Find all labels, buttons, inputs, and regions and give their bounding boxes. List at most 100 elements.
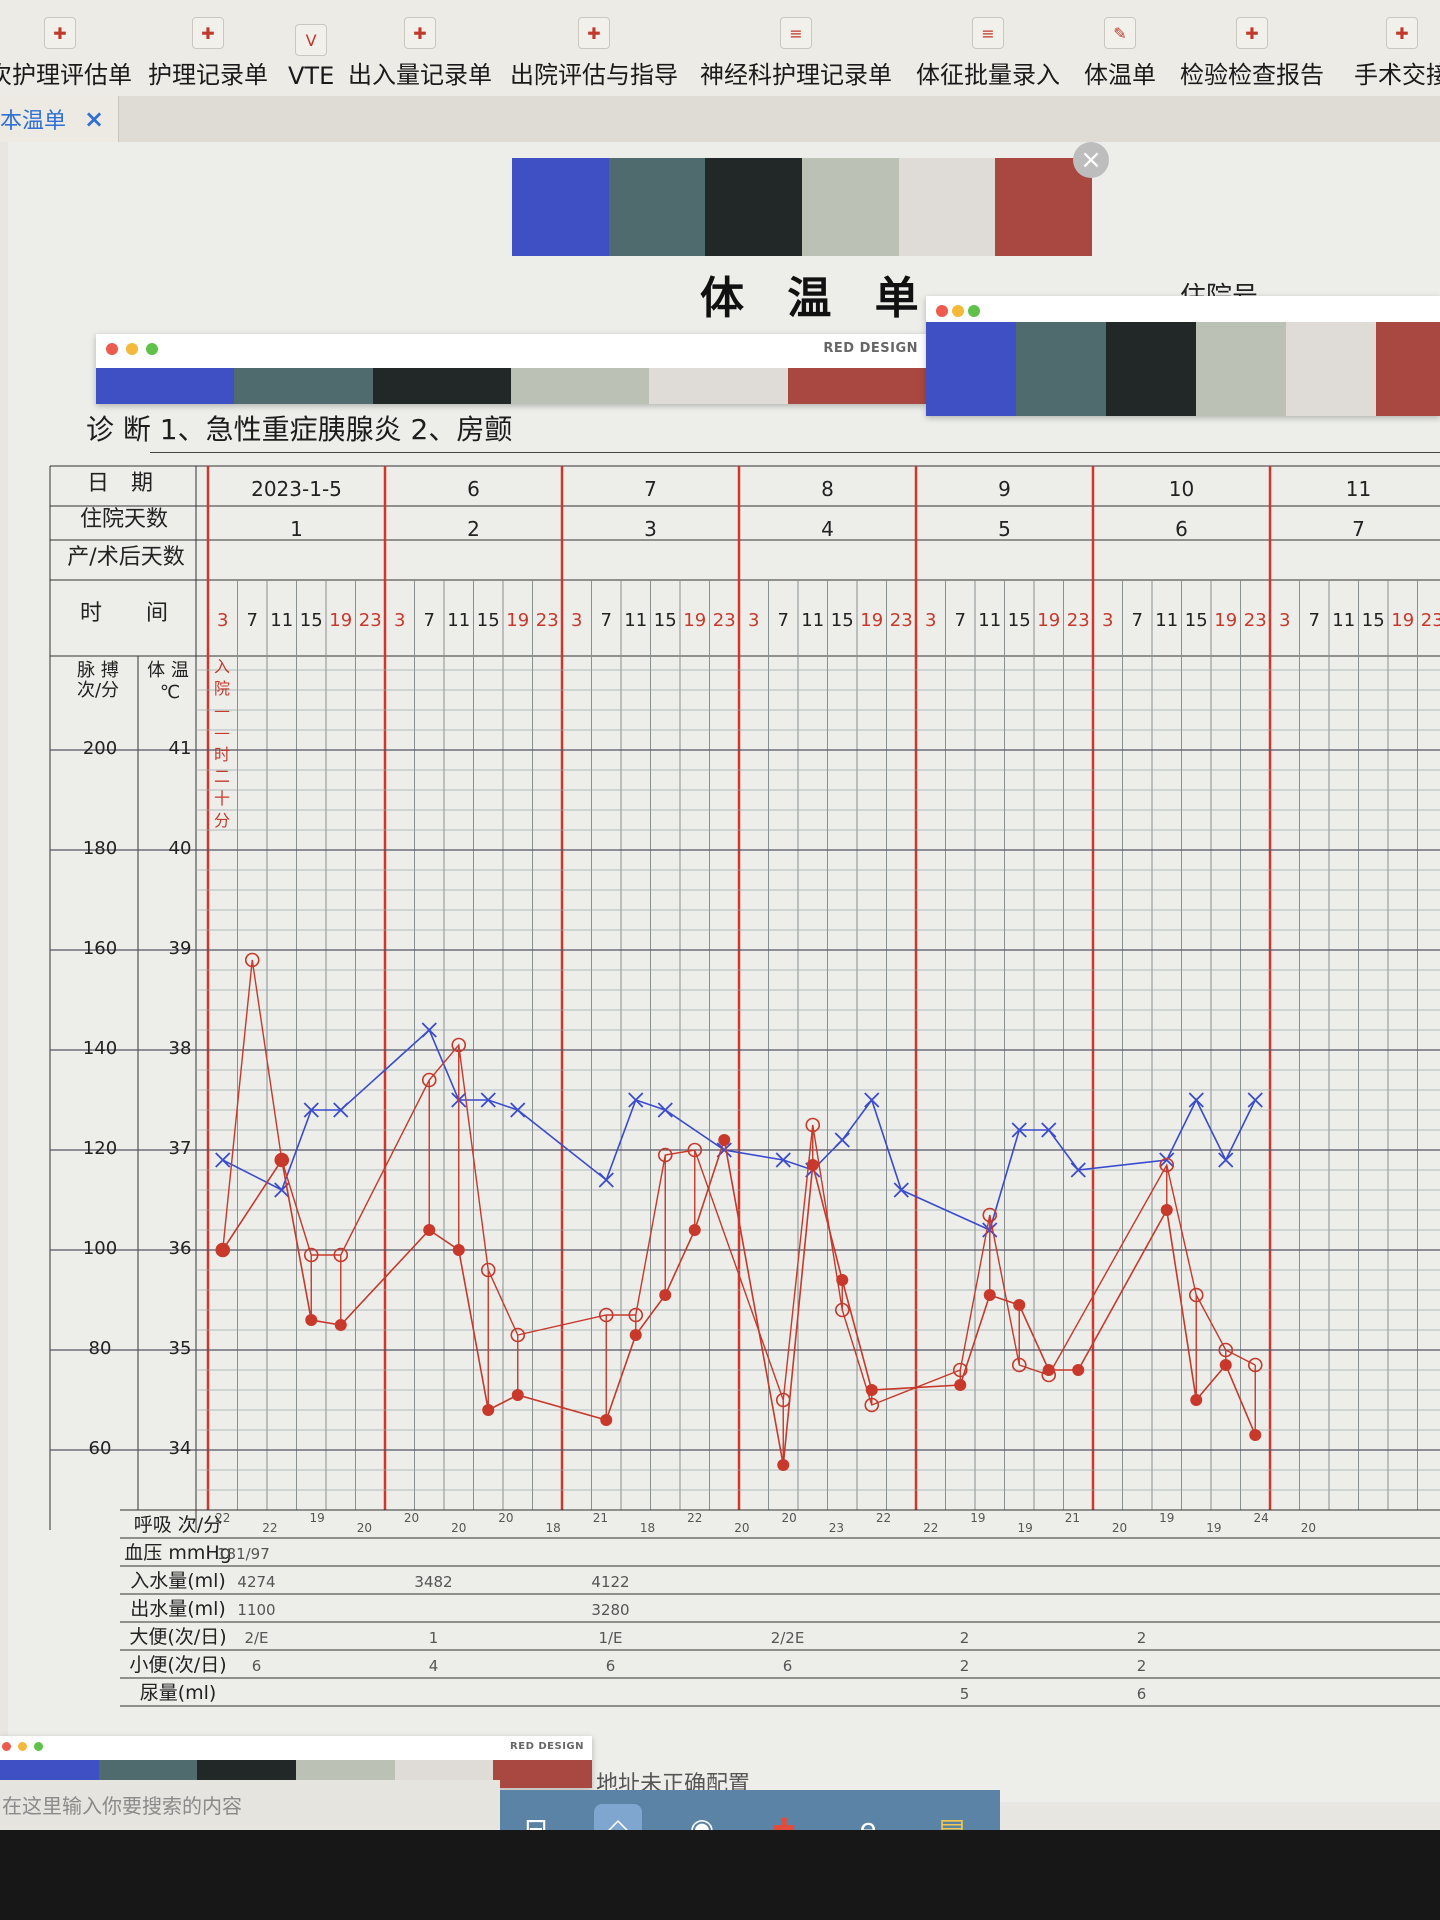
pulse-point bbox=[1160, 1204, 1173, 1216]
palette-window-left: RED DESIGN bbox=[96, 334, 926, 404]
day-date: 10 bbox=[1169, 477, 1194, 501]
temperature-point bbox=[834, 1132, 850, 1148]
breathing-value: 20 bbox=[404, 1511, 419, 1525]
urine-value: 6 bbox=[252, 1657, 262, 1675]
close-dot-icon bbox=[106, 343, 118, 355]
breathing-value: 20 bbox=[734, 1521, 749, 1535]
breathing-value: 19 bbox=[310, 1511, 325, 1525]
stool-value: 1/E bbox=[598, 1629, 622, 1647]
day-stay: 5 bbox=[998, 517, 1011, 541]
stool-value: 2 bbox=[960, 1629, 970, 1647]
color-swatch bbox=[512, 158, 609, 256]
pulse-point bbox=[482, 1404, 495, 1416]
breathing-value: 20 bbox=[782, 1511, 797, 1525]
pulse-point bbox=[1219, 1359, 1232, 1371]
time-label: 23 bbox=[359, 610, 382, 631]
day-stay: 1 bbox=[290, 517, 303, 541]
pulse-point bbox=[718, 1134, 731, 1146]
temperature-point bbox=[598, 1172, 614, 1188]
time-label: 3 bbox=[394, 610, 405, 631]
admission-note: 入 bbox=[214, 657, 230, 676]
color-swatch bbox=[1376, 322, 1440, 416]
urine-value: 6 bbox=[606, 1657, 616, 1675]
time-label: 3 bbox=[1102, 610, 1113, 631]
admission-note: 分 bbox=[214, 811, 230, 830]
time-label: 15 bbox=[654, 610, 677, 631]
pulse-point bbox=[1190, 1394, 1203, 1406]
temperature-chart: 日 期住院天数产/术后天数时 间脉 搏次/分体 温℃2023-1-5162738… bbox=[49, 465, 1440, 1707]
time-label: 7 bbox=[1132, 610, 1143, 631]
pulse-point bbox=[865, 1384, 878, 1396]
time-label: 15 bbox=[1362, 610, 1385, 631]
breathing-value: 20 bbox=[451, 1521, 466, 1535]
time-label: 19 bbox=[506, 610, 529, 631]
breathing-value: 21 bbox=[593, 1511, 608, 1525]
day-stay: 3 bbox=[644, 517, 657, 541]
palette-window-right bbox=[926, 296, 1440, 416]
temperature-point bbox=[628, 1092, 644, 1108]
urine_ml-value: 6 bbox=[1137, 1685, 1147, 1703]
stool-value: 1 bbox=[429, 1629, 439, 1647]
time-label: 23 bbox=[890, 610, 913, 631]
color-swatch bbox=[705, 158, 803, 256]
minimize-dot-icon bbox=[952, 305, 964, 317]
output-value: 3280 bbox=[591, 1601, 629, 1619]
pulse-point bbox=[1249, 1429, 1262, 1441]
temp-axis-header: 体 温 bbox=[147, 660, 189, 681]
day-date: 8 bbox=[821, 477, 834, 501]
admission-note: — bbox=[214, 723, 230, 742]
intake-value: 3482 bbox=[414, 1573, 452, 1591]
pulse-point bbox=[600, 1414, 613, 1426]
temp-tick-label: 36 bbox=[169, 1238, 192, 1259]
breathing-value: 18 bbox=[640, 1521, 655, 1535]
urine-value: 2 bbox=[1137, 1657, 1147, 1675]
intake-value: 4122 bbox=[591, 1573, 629, 1591]
breathing-value: 19 bbox=[970, 1511, 985, 1525]
pulse-tick-label: 200 bbox=[83, 738, 117, 759]
pulse-tick-label: 140 bbox=[83, 1038, 117, 1059]
row-label-stay-days: 住院天数 bbox=[80, 507, 168, 532]
color-swatch bbox=[926, 322, 1016, 416]
color-swatch bbox=[649, 368, 788, 404]
search-placeholder: 在这里输入你要搜索的内容 bbox=[2, 1794, 242, 1818]
day-date: 9 bbox=[998, 477, 1011, 501]
window-titlebar: RED DESIGN bbox=[0, 1736, 592, 1758]
close-icon[interactable]: × bbox=[1073, 142, 1109, 178]
temp-tick-label: 37 bbox=[169, 1138, 192, 1159]
temp-axis-header: ℃ bbox=[160, 682, 180, 703]
palette-swatches bbox=[96, 368, 926, 404]
breathing-value: 22 bbox=[262, 1521, 277, 1535]
time-label: 11 bbox=[447, 610, 470, 631]
minimize-dot-icon bbox=[126, 343, 138, 355]
pulse-point bbox=[629, 1329, 642, 1341]
bottom-row-label: 尿量(ml) bbox=[140, 1682, 217, 1704]
day-date: 2023-1-5 bbox=[251, 477, 342, 501]
pulse-point bbox=[777, 1459, 790, 1471]
zoom-dot-icon bbox=[146, 343, 158, 355]
pulse-point bbox=[954, 1379, 967, 1391]
pulse-point bbox=[983, 1289, 996, 1301]
pulse-tick-label: 100 bbox=[83, 1238, 117, 1259]
color-swatch bbox=[372, 368, 511, 404]
urine_ml-value: 5 bbox=[960, 1685, 970, 1703]
time-label: 11 bbox=[270, 610, 293, 631]
time-label: 11 bbox=[801, 610, 824, 631]
palette-swatch-strip-top bbox=[512, 158, 1093, 256]
zoom-dot-icon bbox=[968, 305, 980, 317]
day-stay: 2 bbox=[467, 517, 480, 541]
temp-tick-label: 34 bbox=[169, 1438, 192, 1459]
color-swatch bbox=[510, 368, 650, 404]
day-stay: 7 bbox=[1352, 517, 1365, 541]
window-titlebar: RED DESIGN bbox=[96, 334, 926, 364]
time-label: 11 bbox=[1332, 610, 1355, 631]
pulse-point bbox=[806, 1159, 819, 1171]
breathing-value: 22 bbox=[215, 1511, 230, 1525]
color-swatch bbox=[1286, 322, 1376, 416]
bottom-row-label: 出水量(ml) bbox=[130, 1598, 226, 1620]
breathing-value: 22 bbox=[923, 1521, 938, 1535]
day-date: 11 bbox=[1346, 477, 1371, 501]
admission-note: 二 bbox=[214, 767, 230, 786]
time-label: 15 bbox=[477, 610, 500, 631]
pulse-point bbox=[1072, 1364, 1085, 1376]
time-label: 11 bbox=[978, 610, 1001, 631]
